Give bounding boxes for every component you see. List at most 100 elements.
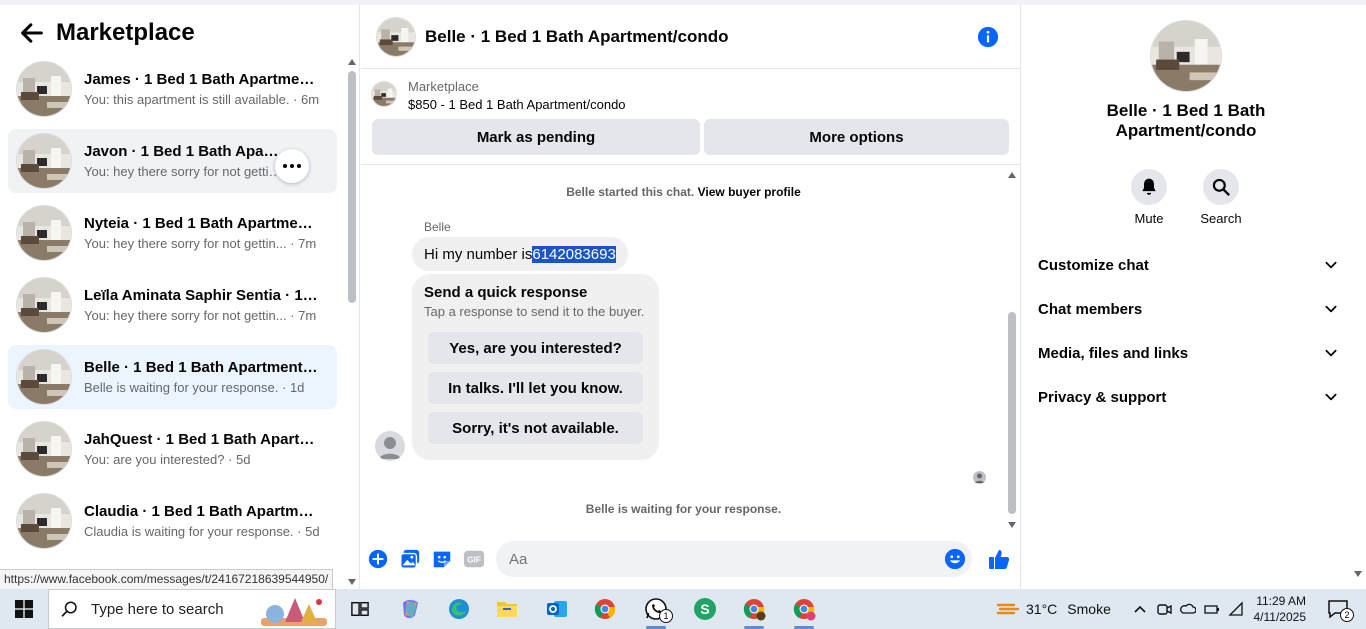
- search-icon: [61, 601, 77, 617]
- conversation-item[interactable]: Javon · 1 Bed 1 Bath Apartment/condo You…: [8, 129, 337, 193]
- gif-icon[interactable]: GIF: [463, 548, 485, 570]
- scrollbar-thumb[interactable]: [348, 71, 356, 303]
- chevron-down-icon: [1325, 393, 1337, 401]
- clock-date: 4/11/2025: [1253, 610, 1307, 624]
- quick-response-subtitle: Tap a response to send it to the buyer.: [424, 304, 645, 319]
- conversation-name: Leïla Aminata Saphir Sentia · 1 Bed 1 Ba…: [84, 287, 320, 304]
- quick-response-button[interactable]: In talks. I'll let you know.: [428, 372, 643, 404]
- media-files-links-section[interactable]: Media, files and links: [1038, 331, 1338, 375]
- conversation-item[interactable]: JahQuest · 1 Bed 1 Bath Apartment/condo …: [8, 417, 337, 481]
- conversation-name: JahQuest · 1 Bed 1 Bath Apartment/condo: [84, 431, 320, 448]
- sidebar-scrollbar[interactable]: [346, 57, 358, 589]
- scroll-down-icon[interactable]: [1008, 522, 1016, 528]
- sticker-icon[interactable]: [431, 548, 453, 570]
- emoji-icon[interactable]: [944, 548, 966, 570]
- conversation-snippet: You: are you interested? · 5d: [84, 452, 251, 467]
- mute-label: Mute: [1134, 211, 1164, 226]
- outlook-button[interactable]: [538, 589, 576, 629]
- marketplace-listing-bar: Marketplace $850 - 1 Bed 1 Bath Apartmen…: [361, 69, 1021, 165]
- quick-response-card: Send a quick response Tap a response to …: [412, 274, 659, 460]
- listing-title[interactable]: $850 - 1 Bed 1 Bath Apartment/condo: [408, 97, 626, 112]
- more-options-icon[interactable]: [275, 149, 309, 183]
- task-view-icon: [351, 601, 369, 617]
- chrome-button[interactable]: [586, 589, 624, 629]
- edge-browser-button[interactable]: [440, 589, 478, 629]
- weather-temp: 31°C: [1026, 601, 1058, 617]
- marketplace-label: Marketplace: [408, 79, 479, 94]
- avatar: [16, 133, 72, 189]
- battery-plug-icon[interactable]: [1204, 601, 1220, 617]
- message-bubble[interactable]: Hi my number is 6142083693: [412, 237, 628, 271]
- mute-action[interactable]: Mute: [1119, 169, 1179, 226]
- gallery-icon[interactable]: [399, 548, 421, 570]
- more-options-button[interactable]: More options: [704, 119, 1009, 155]
- chat-avatar[interactable]: [376, 16, 416, 57]
- scroll-up-icon[interactable]: [1008, 172, 1016, 178]
- chat-started-notice: Belle started this chat. View buyer prof…: [566, 185, 801, 199]
- scroll-down-icon[interactable]: [348, 579, 356, 585]
- avatar: [16, 277, 72, 333]
- conversation-item[interactable]: Leïla Aminata Saphir Sentia · 1 Bed 1 Ba…: [8, 273, 337, 337]
- selected-phone-number[interactable]: 6142083693: [532, 245, 616, 263]
- notifications-button[interactable]: 2: [1318, 589, 1358, 629]
- chat-members-section[interactable]: Chat members: [1038, 287, 1338, 331]
- conversation-snippet: Belle is waiting for your response. · 1d: [84, 380, 305, 395]
- copilot-button[interactable]: [392, 589, 430, 629]
- chat-header: Belle · 1 Bed 1 Bath Apartment/condo: [361, 5, 1021, 69]
- weather-widget[interactable]: 31°C Smoke: [996, 589, 1111, 629]
- app-s-button[interactable]: S: [686, 589, 724, 629]
- conversation-name: Javon · 1 Bed 1 Bath Apartment/condo: [84, 143, 284, 160]
- chat-scrollbar[interactable]: [1005, 170, 1019, 528]
- info-icon[interactable]: [977, 26, 999, 48]
- avatar: [16, 205, 72, 261]
- chrome-icon: [743, 599, 766, 621]
- chrome-profile-2-button[interactable]: [734, 589, 774, 629]
- message-input[interactable]: [509, 541, 929, 577]
- conversation-item[interactable]: Claudia · 1 Bed 1 Bath Apartment/condo C…: [8, 489, 337, 553]
- chevron-down-icon: [1325, 349, 1337, 357]
- conversation-sidebar: Marketplace James · 1 Bed 1 Bath Apartme…: [0, 5, 360, 589]
- windows-logo-icon: [15, 600, 33, 618]
- scroll-up-icon[interactable]: [348, 59, 356, 65]
- task-view-button[interactable]: [344, 589, 376, 629]
- thumbs-up-icon[interactable]: [987, 547, 1011, 571]
- weather-desc: Smoke: [1067, 601, 1111, 617]
- plus-circle-icon[interactable]: [367, 548, 389, 570]
- notification-count: 2: [1340, 608, 1354, 622]
- quick-response-button[interactable]: Sorry, it's not available.: [428, 412, 643, 444]
- clock[interactable]: 11:29 AM 4/11/2025: [1253, 589, 1307, 629]
- taskbar-search[interactable]: Type here to search: [48, 589, 336, 629]
- view-buyer-profile-link[interactable]: View buyer profile: [698, 185, 801, 199]
- file-explorer-button[interactable]: [488, 589, 526, 629]
- whatsapp-button[interactable]: 1: [636, 589, 676, 629]
- chrome-icon: [793, 599, 816, 621]
- quick-response-button[interactable]: Yes, are you interested?: [428, 332, 643, 364]
- search-action[interactable]: Search: [1191, 169, 1251, 226]
- s-app-icon: S: [694, 598, 716, 620]
- customize-chat-section[interactable]: Customize chat: [1038, 243, 1338, 287]
- conversation-item[interactable]: Nyteia · 1 Bed 1 Bath Apartment/condo Yo…: [8, 201, 337, 265]
- avatar: [16, 421, 72, 477]
- conversation-snippet: You: this apartment is still available. …: [84, 92, 320, 107]
- start-button[interactable]: [0, 589, 48, 629]
- conversation-item-active[interactable]: Belle · 1 Bed 1 Bath Apartment/condo Bel…: [8, 345, 337, 409]
- windows-taskbar: Type here to search 1 S 31°C Smoke 11:29…: [0, 589, 1366, 629]
- meet-now-icon[interactable]: [1156, 601, 1172, 617]
- scroll-down-icon[interactable]: [1354, 571, 1362, 577]
- conversation-item[interactable]: James · 1 Bed 1 Bath Apartment/condo You…: [8, 57, 337, 121]
- conversation-snippet: You: hey there sorry for not gettin... ·…: [84, 236, 317, 251]
- search-label: Search: [1200, 211, 1242, 226]
- scrollbar-thumb[interactable]: [1008, 312, 1016, 514]
- mark-as-pending-button[interactable]: Mark as pending: [372, 119, 700, 155]
- wifi-icon[interactable]: [1228, 601, 1244, 617]
- chat-title[interactable]: Belle · 1 Bed 1 Bath Apartment/condo: [425, 27, 729, 47]
- onedrive-icon[interactable]: [1180, 601, 1196, 617]
- conversation-name: James · 1 Bed 1 Bath Apartment/condo: [84, 71, 320, 88]
- chevron-down-icon: [1325, 305, 1337, 313]
- chevron-up-icon[interactable]: [1132, 601, 1148, 617]
- conversation-name: Belle · 1 Bed 1 Bath Apartment/condo: [84, 359, 320, 376]
- back-arrow-icon[interactable]: [18, 19, 46, 47]
- chrome-profile-3-button[interactable]: [784, 589, 824, 629]
- privacy-support-section[interactable]: Privacy & support: [1038, 375, 1338, 419]
- bell-icon: [1142, 178, 1156, 195]
